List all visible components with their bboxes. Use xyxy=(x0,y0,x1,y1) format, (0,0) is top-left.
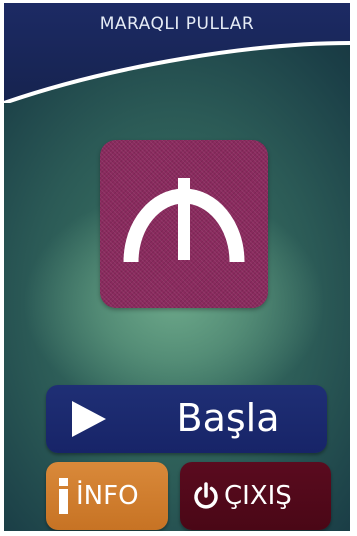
power-icon xyxy=(194,482,218,509)
start-button-label: Başla xyxy=(176,396,280,440)
manat-symbol-icon xyxy=(123,178,245,263)
app-screen: MARAQLI PULLAR Başla İNFO ÇIXIŞ xyxy=(4,3,350,531)
app-logo xyxy=(100,140,268,308)
header-bar: MARAQLI PULLAR xyxy=(4,3,350,103)
info-icon xyxy=(59,478,68,514)
start-button[interactable]: Başla xyxy=(46,385,327,453)
info-button[interactable]: İNFO xyxy=(46,462,168,530)
play-icon xyxy=(72,401,106,437)
exit-button[interactable]: ÇIXIŞ xyxy=(180,462,331,530)
info-button-label: İNFO xyxy=(76,481,139,511)
exit-button-label: ÇIXIŞ xyxy=(224,481,292,511)
app-title: MARAQLI PULLAR xyxy=(99,14,255,34)
